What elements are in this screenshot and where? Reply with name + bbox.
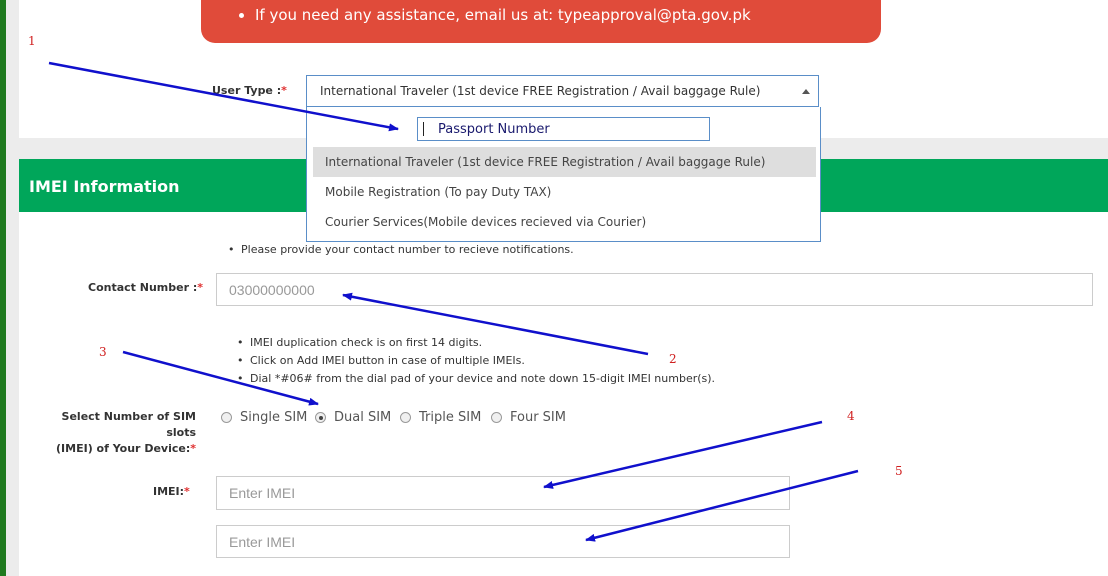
sim-slots-label: Select Number of SIM slots (IMEI) of You… xyxy=(56,410,196,455)
annotation-number: 4 xyxy=(847,409,855,423)
imei-note: Dial *#06# from the dial pad of your dev… xyxy=(237,372,715,385)
imei-note: IMEI duplication check is on first 14 di… xyxy=(237,336,482,349)
imei-input-1[interactable]: Enter IMEI xyxy=(216,476,790,510)
annotation-number: 5 xyxy=(895,464,903,478)
dropdown-option[interactable]: International Traveler (1st device FREE … xyxy=(313,147,816,177)
contact-note: Please provide your contact number to re… xyxy=(228,243,574,256)
radio-checked-icon xyxy=(315,412,326,423)
contact-number-label: Contact Number :* xyxy=(88,281,204,294)
left-accent-stripe xyxy=(0,0,6,576)
section-title: IMEI Information xyxy=(29,177,180,196)
alert-banner: If you need any assistance, email us at:… xyxy=(201,0,881,43)
annotation-number: 3 xyxy=(99,345,107,359)
caret-up-icon xyxy=(802,89,810,94)
radio-icon xyxy=(400,412,411,423)
radio-icon xyxy=(221,412,232,423)
dropdown-option[interactable]: Courier Services(Mobile devices recieved… xyxy=(313,207,816,237)
imei-label: IMEI:* xyxy=(153,485,190,498)
text-cursor xyxy=(423,122,424,136)
radio-icon xyxy=(491,412,502,423)
contact-number-input[interactable]: 03000000000 xyxy=(216,273,1093,306)
alert-bullet: If you need any assistance, email us at:… xyxy=(255,6,751,24)
imei-input-2[interactable]: Enter IMEI xyxy=(216,525,790,558)
user-type-selected-value: International Traveler (1st device FREE … xyxy=(320,84,761,98)
user-type-select[interactable]: International Traveler (1st device FREE … xyxy=(306,75,819,107)
annotation-number: 1 xyxy=(28,34,36,48)
user-type-label: User Type :* xyxy=(212,84,287,97)
user-type-dropdown: Passport Number International Traveler (… xyxy=(306,107,821,242)
imei-note: Click on Add IMEI button in case of mult… xyxy=(237,354,525,367)
annotation-number: 2 xyxy=(669,352,677,366)
dropdown-option[interactable]: Mobile Registration (To pay Duty TAX) xyxy=(313,177,816,207)
dropdown-search-input[interactable]: Passport Number xyxy=(417,117,710,141)
